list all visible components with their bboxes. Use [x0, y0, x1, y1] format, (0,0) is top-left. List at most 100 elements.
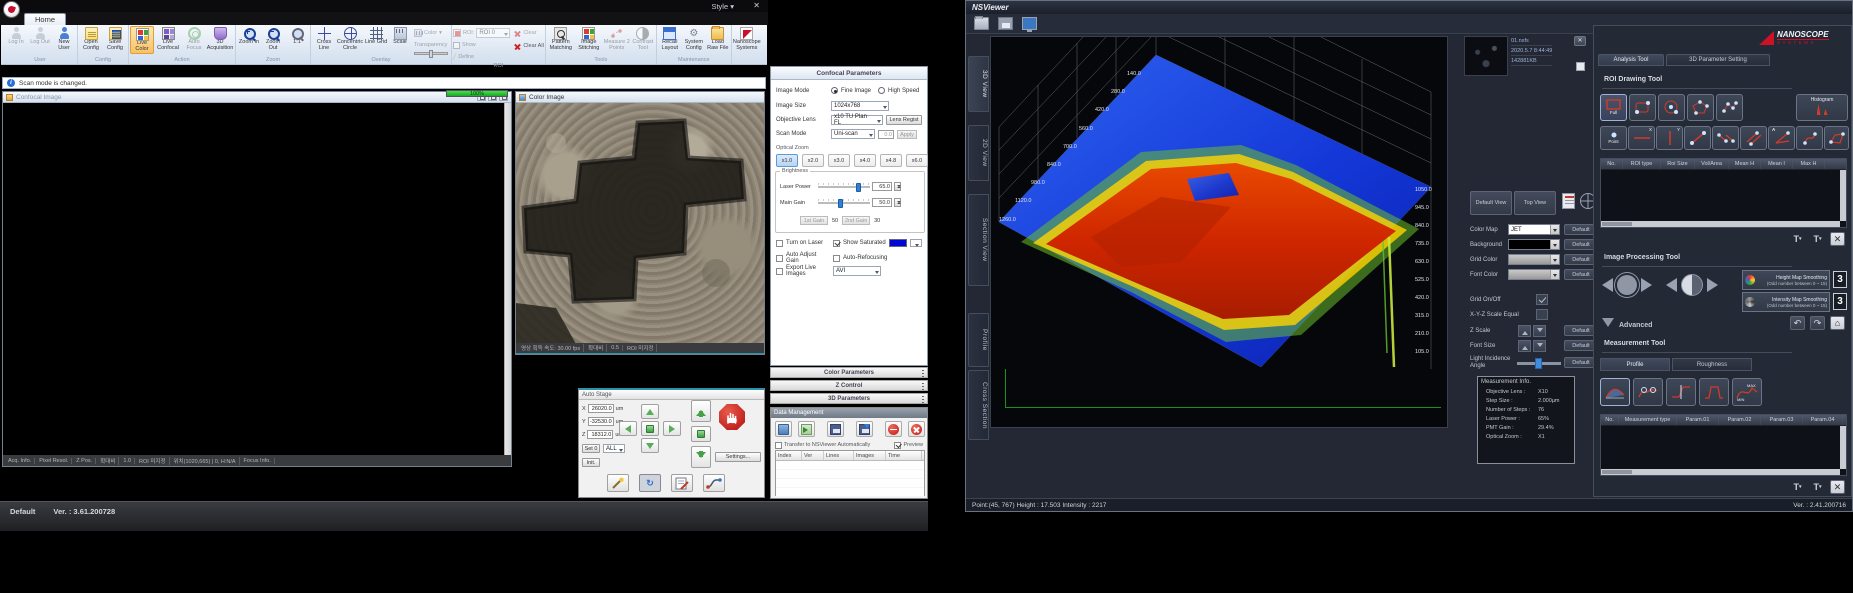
overlay-color-button[interactable]: Color▾ — [414, 28, 448, 38]
column-header[interactable]: Index — [776, 451, 802, 460]
path-sequence-button[interactable] — [703, 474, 725, 492]
high-speed-radio[interactable] — [878, 87, 885, 94]
concentric-circle-button[interactable]: Concentric Circle — [336, 26, 364, 52]
column-header[interactable]: Time — [886, 451, 922, 460]
image-stitching-button[interactable]: Image Stitching — [575, 26, 603, 52]
optical-zoom-button[interactable]: x4.0 — [854, 154, 876, 167]
z-scale-up-button[interactable] — [1518, 325, 1531, 337]
font-color-dropdown[interactable] — [1508, 269, 1560, 280]
grid-onoff-checkbox[interactable] — [1536, 294, 1548, 305]
load-raw-file-button[interactable]: Load Raw File — [706, 26, 730, 52]
roi-parallel-lines-button[interactable] — [1740, 126, 1767, 150]
app-logo-icon[interactable] — [3, 1, 20, 18]
nanoscope-systems-button[interactable]: Nanoscope Systems — [733, 26, 761, 52]
roi-polygon-button[interactable] — [1687, 94, 1714, 121]
open-file-button[interactable] — [974, 17, 989, 30]
save-file-button[interactable] — [998, 17, 1013, 30]
section-header[interactable]: Color Parameters — [770, 367, 928, 378]
lens-regist-button[interactable]: Lens Regist — [886, 115, 922, 125]
transparency-slider[interactable] — [414, 52, 448, 55]
roi-results-table[interactable]: No.ROI typeRoi SizeVol/AreaMean HMean IM… — [1600, 158, 1847, 228]
confocal-image-view[interactable] — [3, 103, 504, 455]
save-as-button[interactable] — [856, 421, 873, 437]
export-excel-button[interactable]: ✕ — [1830, 232, 1845, 246]
measure-area-button[interactable] — [1600, 378, 1630, 406]
tab-section-view[interactable]: Section View — [968, 194, 989, 286]
stage-z-field[interactable]: 18312.0 — [587, 430, 613, 439]
column-header[interactable]: Max H — [1793, 159, 1825, 169]
image-size-dropdown[interactable]: 1024x768 — [831, 101, 889, 111]
set-button[interactable]: Set 0 — [582, 444, 600, 453]
first-gain-button[interactable]: 1st Gain — [800, 216, 828, 225]
column-header[interactable]: Measurement type — [1619, 415, 1677, 425]
stage-stop-xy-button[interactable] — [641, 421, 659, 436]
import-button[interactable] — [798, 421, 815, 437]
panel-title[interactable]: Data Management — [771, 408, 927, 418]
column-header[interactable]: Lines — [824, 451, 854, 460]
zoom-1-1-button[interactable]: 1:1 — [285, 26, 309, 46]
roi-y-line-button[interactable]: Y — [1656, 126, 1683, 150]
height-smoothing-row[interactable]: Height Map Smoothing(Odd number between … — [1742, 270, 1830, 290]
undo-button[interactable]: ↶ — [1790, 316, 1805, 330]
main-gain-field[interactable]: 50.0 — [872, 198, 892, 207]
column-header[interactable]: Vol/Area — [1695, 159, 1729, 169]
tab-home[interactable]: Home — [24, 13, 66, 25]
column-header[interactable]: Param.04 — [1803, 415, 1843, 425]
file-select-checkbox[interactable] — [1576, 62, 1585, 71]
show-checkbox[interactable] — [453, 42, 460, 49]
roi-define-button[interactable]: ╱Define — [453, 52, 510, 62]
color-map-dropdown[interactable]: JET — [1508, 224, 1560, 235]
auto-refocusing-checkbox[interactable] — [833, 255, 840, 262]
tab-3d-view[interactable]: 3D View — [968, 56, 989, 112]
roi-two-lines-button[interactable] — [1712, 126, 1739, 150]
panel-title[interactable]: Confocal Parameters — [771, 67, 927, 80]
export-excel-button[interactable]: ✕ — [1830, 480, 1845, 494]
measure-2points-button[interactable]: Measure 2 Points — [603, 26, 631, 52]
remove-button[interactable] — [885, 421, 902, 437]
recall-layout-button[interactable]: Recall Layout — [658, 26, 682, 52]
confocal-pane-titlebar[interactable]: Confocal Image — [3, 92, 511, 103]
export-text-all-button[interactable]: T▾ — [1810, 232, 1825, 245]
z-stop-button[interactable] — [691, 426, 711, 442]
measure-maxmin-button[interactable]: MAXMIN — [1732, 378, 1762, 406]
fine-image-radio[interactable] — [831, 87, 838, 94]
horizontal-scrollbar[interactable] — [1601, 469, 1840, 475]
column-header[interactable]: Param.01 — [1677, 415, 1719, 425]
column-header[interactable]: No. — [1601, 159, 1623, 169]
roi-full-button[interactable]: Full — [1600, 94, 1627, 121]
auto-focus-button[interactable]: Auto Focus — [182, 26, 206, 52]
column-header[interactable]: Roi Size — [1661, 159, 1695, 169]
tab-analysis-tool[interactable]: Analysis Tool — [1598, 54, 1664, 66]
tab-measure-roughness[interactable]: Roughness — [1672, 358, 1752, 371]
export-live-images-checkbox[interactable] — [776, 268, 783, 275]
cross-line-button[interactable]: Cross Line — [312, 26, 336, 52]
intensity-smoothing-row[interactable]: Intensity Map Smoothing(Odd number betwe… — [1742, 292, 1830, 312]
slider-handle[interactable] — [429, 50, 433, 58]
tab-profile[interactable]: Profile — [968, 313, 989, 367]
roi-point-button[interactable]: Point — [1600, 126, 1627, 150]
log-in-button[interactable]: Log In — [4, 26, 28, 46]
pattern-matching-button[interactable]: Pattern Matching — [547, 26, 575, 52]
roi-curve-button[interactable] — [1796, 126, 1823, 150]
report-button[interactable] — [1562, 193, 1575, 209]
optical-zoom-button[interactable]: x3.0 — [828, 154, 850, 167]
vertical-scrollbar[interactable] — [1840, 426, 1846, 469]
live-confocal-button[interactable]: Live Confocal — [154, 26, 182, 52]
save-button[interactable] — [827, 421, 844, 437]
table-body[interactable] — [776, 461, 924, 497]
laser-power-field[interactable]: 65.0 — [872, 182, 892, 191]
font-size-down-button[interactable] — [1533, 340, 1546, 352]
scale-button[interactable]: Scale — [388, 26, 412, 46]
stage-up-button[interactable] — [641, 404, 659, 419]
contrast-down-button[interactable] — [1666, 278, 1677, 292]
column-header[interactable]: Param.03 — [1761, 415, 1803, 425]
system-config-button[interactable]: ⚙System Config — [682, 26, 706, 52]
auto-adjust-gain-checkbox[interactable] — [776, 255, 783, 262]
measurement-results-table[interactable]: No.Measurement typeParam.01Param.02Param… — [1600, 414, 1847, 476]
close-button[interactable]: ✕ — [753, 1, 760, 11]
turn-on-laser-checkbox[interactable] — [776, 240, 783, 247]
roi-circle-button[interactable] — [1658, 94, 1685, 121]
live-color-button[interactable]: Live Color — [130, 26, 154, 54]
zoom-out-button[interactable]: Zoom Out — [261, 26, 285, 52]
tab-2d-view[interactable]: 2D View — [968, 125, 989, 181]
